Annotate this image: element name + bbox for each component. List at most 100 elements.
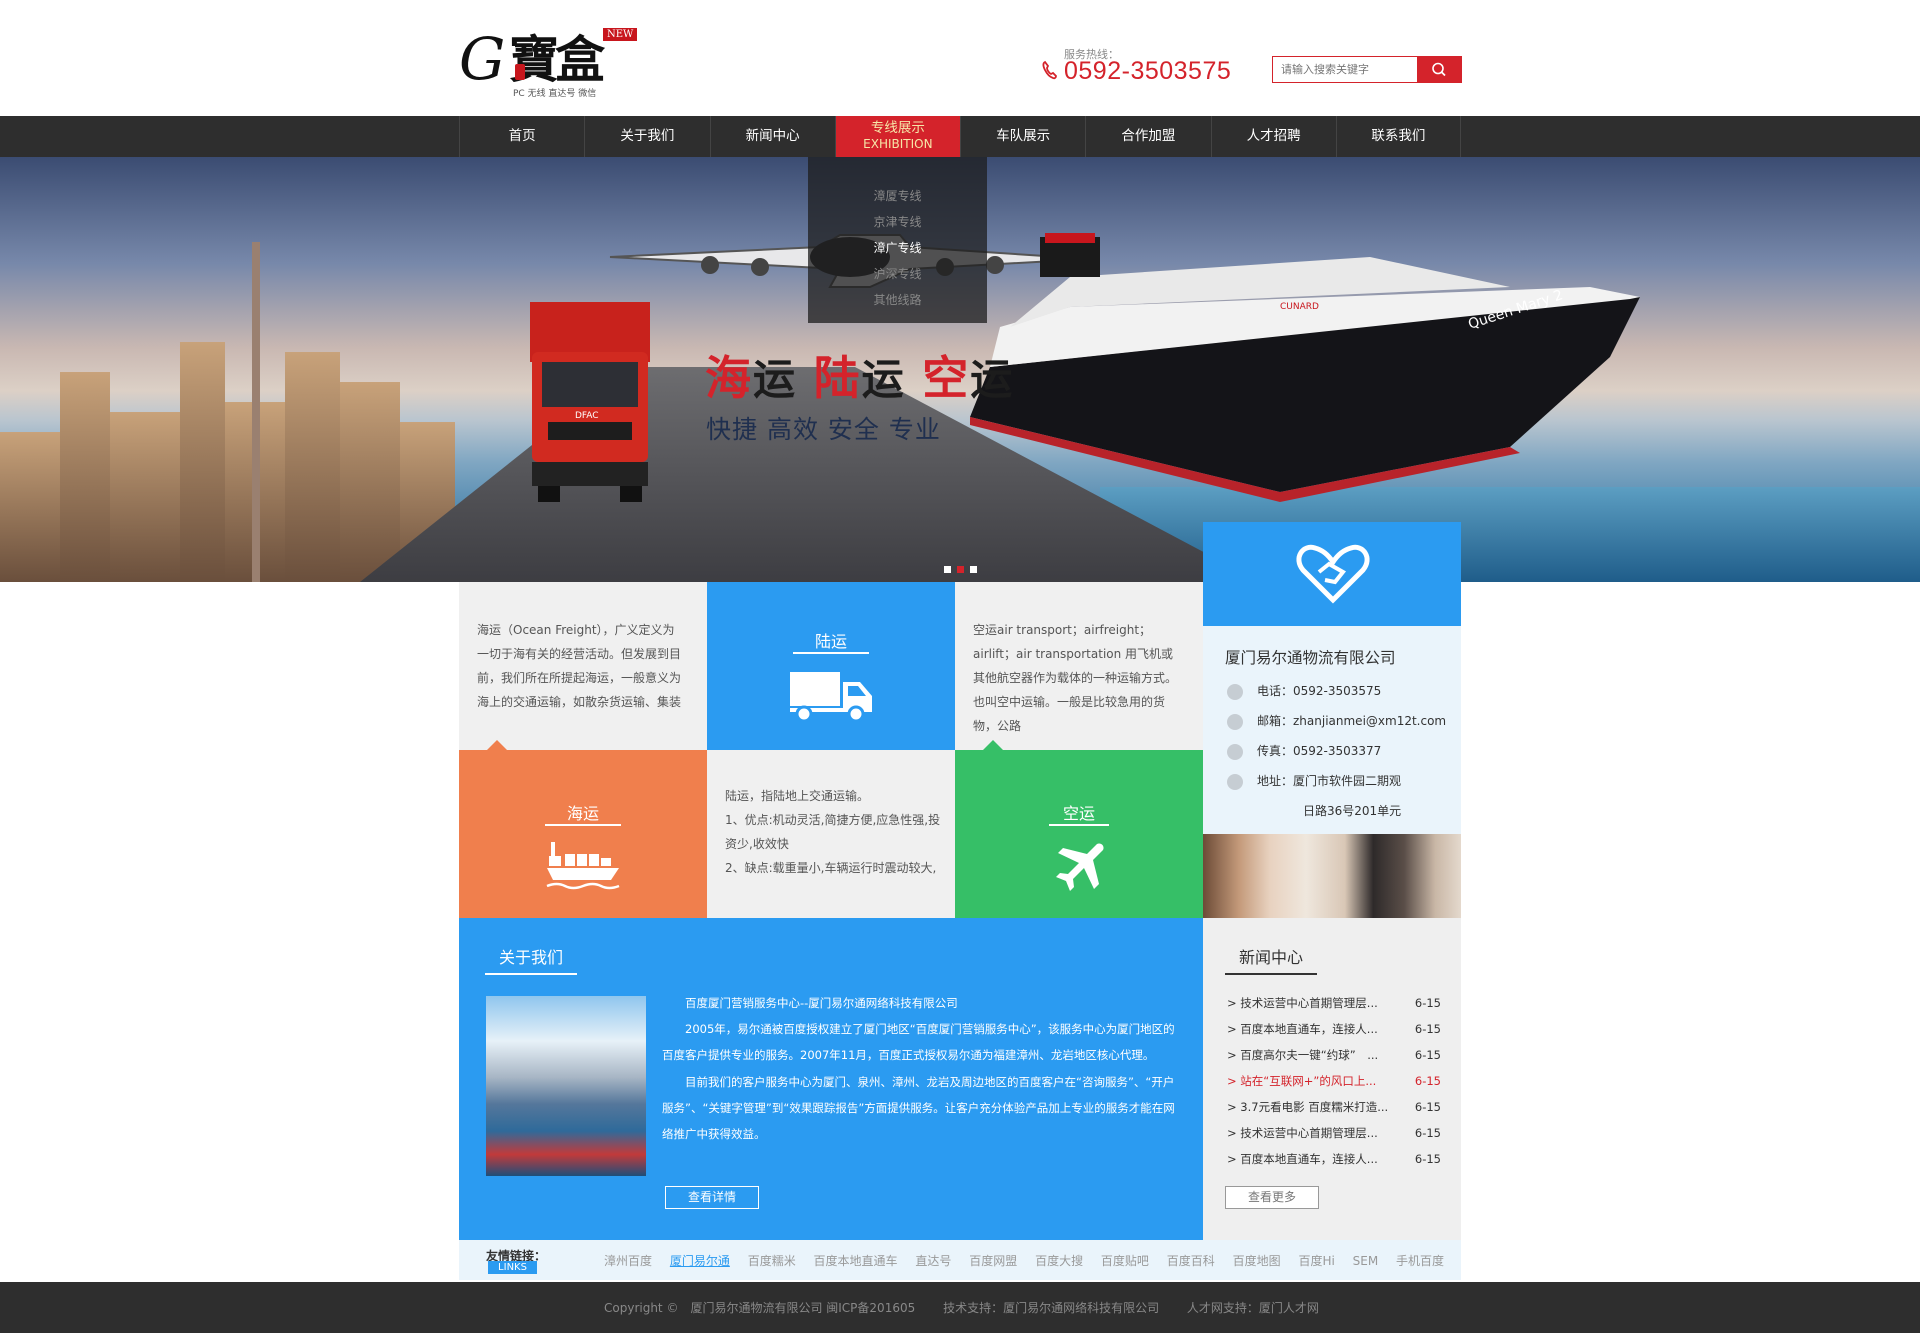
contact-phone: 电话：0592-3503575	[1227, 682, 1381, 700]
dropdown-item[interactable]: 沪深专线	[808, 265, 987, 282]
contact-info: 厦门易尔通物流有限公司 电话：0592-3503575 邮箱：zhanjianm…	[1203, 626, 1461, 834]
news-item[interactable]: > 技术运营中心首期管理层... 6-15	[1227, 1120, 1447, 1146]
search-button[interactable]	[1417, 57, 1461, 82]
land-detail-line: 2、缺点:载重量小,车辆运行时震动较大,	[725, 861, 937, 875]
company-name: 厦门易尔通物流有限公司	[1225, 649, 1396, 667]
customer-service-photo	[1203, 834, 1461, 918]
news-more-button[interactable]: 查看更多	[1225, 1186, 1319, 1209]
footer-text: Copyright © 厦门易尔通物流有限公司 闽ICP备201605 技术支持…	[604, 1299, 1343, 1316]
friend-link[interactable]: 百度百科	[1167, 1254, 1215, 1268]
sea-title: 海运	[566, 804, 599, 823]
nav-label: 车队展示	[996, 128, 1051, 144]
contact-email-text[interactable]: 邮箱：zhanjianmei@xm12t.com	[1257, 714, 1446, 728]
footer-copyright: Copyright © 厦门易尔通物流有限公司 闽ICP备201605	[604, 1301, 916, 1315]
friend-link[interactable]: 百度大搜	[1035, 1254, 1083, 1268]
dropdown-item[interactable]: 京津专线	[808, 213, 987, 230]
city-building	[110, 412, 180, 582]
carousel-dots	[944, 558, 983, 577]
carousel-dot-active[interactable]	[957, 566, 964, 573]
friend-link[interactable]: 百度糯米	[748, 1254, 796, 1268]
news-item-title: > 百度本地直通车，连接人...	[1227, 1152, 1378, 1166]
nav-item-contact[interactable]: 联系我们	[1335, 116, 1461, 157]
news-item[interactable]: > 百度本地直通车，连接人... 6-15	[1227, 1146, 1447, 1172]
friend-link[interactable]: 百度网盟	[969, 1254, 1017, 1268]
news-item[interactable]: > 百度高尔夫一键“约球” ... 6-15	[1227, 1042, 1447, 1068]
title-underline	[793, 652, 869, 654]
news-item-date: 6-15	[1414, 1048, 1441, 1062]
site-footer: Copyright © 厦门易尔通物流有限公司 闽ICP备201605 技术支持…	[0, 1282, 1920, 1333]
nav-item-news[interactable]: 新闻中心	[709, 116, 835, 157]
search-input[interactable]	[1273, 57, 1418, 82]
location-icon	[1227, 773, 1243, 790]
news-item-title: > 技术运营中心首期管理层...	[1227, 996, 1378, 1010]
dropdown-item-current[interactable]: 漳广专线	[808, 239, 987, 256]
news-item[interactable]: > 3.7元看电影 百度糯米打造... 6-15	[1227, 1094, 1447, 1120]
news-item[interactable]: > 百度本地直通车，连接人... 6-15	[1227, 1016, 1447, 1042]
friend-link[interactable]: 百度贴吧	[1101, 1254, 1149, 1268]
friend-link[interactable]: 漳州百度	[604, 1254, 652, 1268]
news-item-date: 6-15	[1414, 1152, 1441, 1166]
nav-label: 关于我们	[620, 128, 675, 144]
friend-link[interactable]: 手机百度	[1396, 1254, 1444, 1268]
fax-icon	[1227, 743, 1243, 760]
air-title: 空运	[1062, 804, 1095, 823]
footer-support[interactable]: 技术支持：厦门易尔通网络科技有限公司	[943, 1301, 1159, 1315]
dropdown-item[interactable]: 其他线路	[808, 291, 987, 308]
about-more-button[interactable]: 查看详情	[665, 1186, 759, 1209]
headline-char: 海	[705, 351, 753, 405]
land-detail-line: 陆运，指陆地上交通运输。	[725, 789, 870, 803]
sea-card[interactable]: 海运	[459, 750, 707, 918]
site-logo[interactable]: G 寶盒 NEW PC 无线 直达号 微信	[459, 26, 639, 102]
logo-subtitle: PC 无线 直达号 微信	[513, 89, 597, 99]
news-item-title: > 站在“互联网+”的风口上...	[1227, 1074, 1377, 1088]
nav-item-about[interactable]: 关于我们	[584, 116, 709, 157]
news-item-highlighted[interactable]: > 站在“互联网+”的风口上... 6-15	[1227, 1068, 1447, 1094]
friend-link[interactable]: SEM	[1353, 1254, 1379, 1268]
nav-item-home[interactable]: 首页	[459, 116, 584, 157]
carousel-dot[interactable]	[970, 566, 977, 573]
search-icon	[1432, 62, 1446, 77]
air-card[interactable]: 空运	[955, 750, 1203, 918]
dropdown-item[interactable]: 漳厦专线	[808, 187, 987, 204]
land-detail-line: 1、优点:机动灵活,简捷方便,应急性强,投资少,收效快	[725, 813, 941, 851]
headline-char: 运	[753, 355, 798, 404]
truck-icon	[790, 672, 872, 722]
nav-label: 合作加盟	[1121, 128, 1176, 144]
nav-item-fleet[interactable]: 车队展示	[960, 116, 1085, 157]
friend-link[interactable]: 百度本地直通车	[814, 1254, 898, 1268]
news-item[interactable]: > 技术运营中心首期管理层... 6-15	[1227, 990, 1447, 1016]
nav-label: 人才招聘	[1246, 128, 1301, 144]
sea-intro-text: 海运（Ocean Freight），广义定义为一切于海有关的经营活动。但发展到目…	[459, 582, 707, 750]
about-paragraph: 2005年，易尔通被百度授权建立了厦门地区“百度厦门营销服务中心”，该服务中心为…	[662, 1022, 1175, 1063]
friend-link[interactable]: 百度地图	[1233, 1254, 1281, 1268]
nav-item-jobs[interactable]: 人才招聘	[1210, 116, 1336, 157]
nav-label: 首页	[508, 128, 536, 144]
about-text: 百度厦门营销服务中心--厦门易尔通网络科技有限公司 2005年，易尔通被百度授权…	[662, 990, 1182, 1147]
news-section: 新闻中心 > 技术运营中心首期管理层... 6-15 > 百度本地直通车，连接人.…	[1203, 918, 1461, 1240]
news-item-title: > 3.7元看电影 百度糯米打造...	[1227, 1100, 1389, 1114]
city-building	[340, 382, 400, 582]
news-item-date: 6-15	[1414, 1022, 1441, 1036]
air-intro-text: 空运air transport；airfreight；airlift；air t…	[955, 582, 1203, 750]
contact-fax: 传真：0592-3503377	[1227, 742, 1381, 760]
links-tag: LINKS	[488, 1261, 537, 1274]
news-item-title: > 百度高尔夫一键“约球” ...	[1227, 1048, 1379, 1062]
friend-link-current[interactable]: 厦门易尔通	[670, 1254, 730, 1268]
about-title: 关于我们	[499, 948, 564, 967]
headline-char: 陆	[813, 351, 862, 405]
friend-link[interactable]: 直达号	[915, 1254, 951, 1268]
about-heading: 百度厦门营销服务中心--厦门易尔通网络科技有限公司	[685, 996, 958, 1010]
nav-item-lines[interactable]: 专线展示 EXHIBITION	[834, 116, 960, 157]
land-card[interactable]: 陆运	[707, 582, 955, 750]
title-underline	[1225, 973, 1317, 975]
footer-talent[interactable]: 人才网支持：厦门人才网	[1187, 1301, 1319, 1315]
carousel-dot[interactable]	[944, 566, 951, 573]
friend-link[interactable]: 百度Hi	[1298, 1254, 1334, 1268]
contact-address-line2: 日路36号201单元	[1303, 804, 1402, 818]
city-building	[180, 342, 225, 582]
nav-item-join[interactable]: 合作加盟	[1085, 116, 1210, 157]
news-title: 新闻中心	[1239, 948, 1304, 967]
logo-new-badge: NEW	[603, 28, 638, 41]
title-underline	[1049, 824, 1109, 826]
logo-seal-icon	[515, 64, 525, 80]
